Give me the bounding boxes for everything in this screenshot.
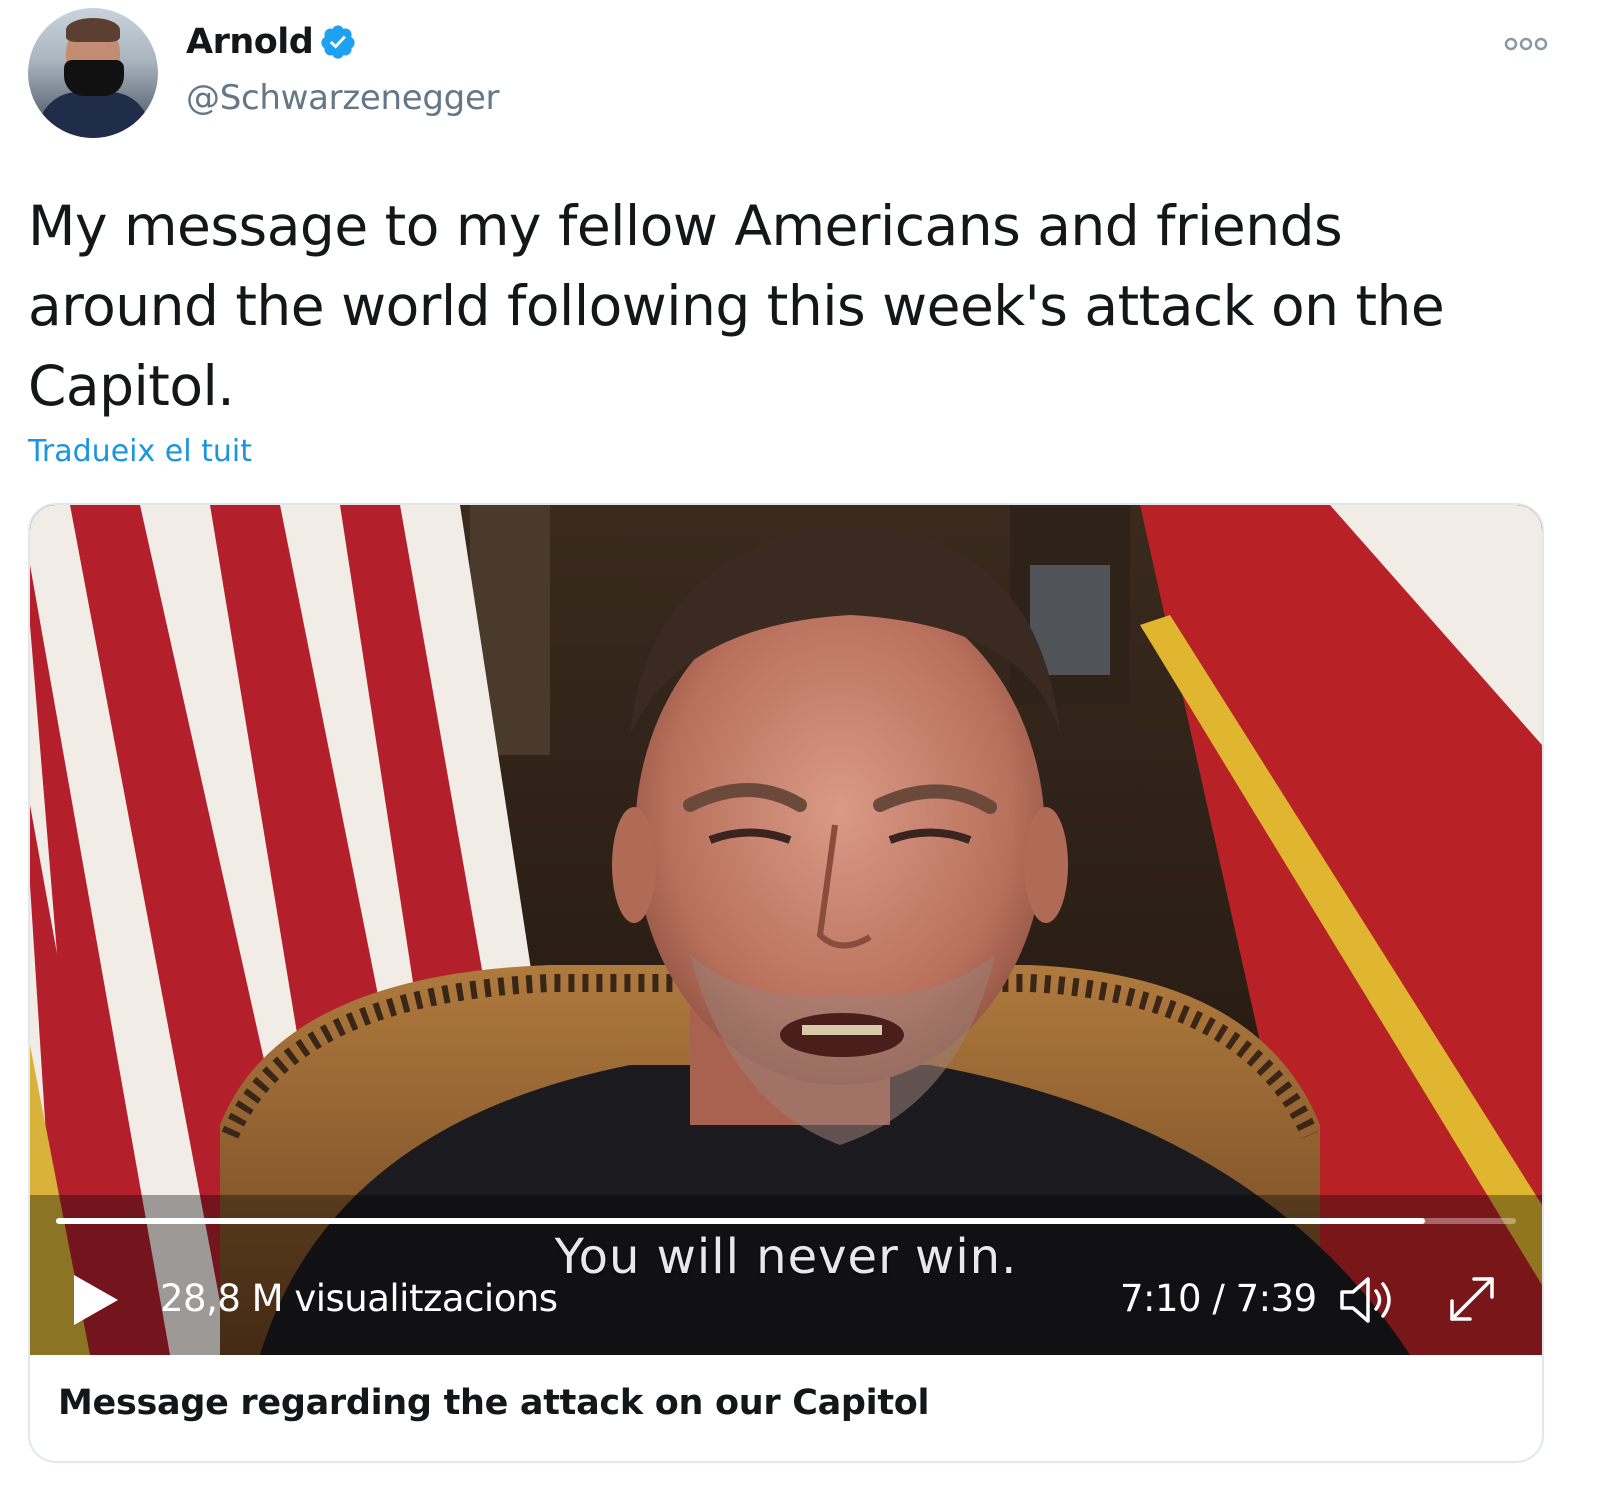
avatar-mask-shape [64, 60, 124, 96]
volume-icon[interactable] [1338, 1275, 1400, 1325]
video-time: 7:10 / 7:39 [1120, 1277, 1317, 1320]
video-frame [30, 505, 1542, 1355]
fullscreen-icon[interactable] [1444, 1271, 1500, 1327]
author-handle[interactable]: @Schwarzenegger [186, 78, 500, 118]
video-view-count: 28,8 M visualitzacions [160, 1277, 558, 1320]
play-icon[interactable] [72, 1273, 120, 1327]
author-name[interactable]: Arnold [186, 22, 314, 62]
author-name-row: Arnold [186, 22, 357, 62]
video-player[interactable]: You will never win. 28,8 M visualitzacio… [30, 505, 1542, 1355]
tweet-text: My message to my fellow Americans and fr… [28, 194, 1445, 418]
avatar[interactable] [28, 8, 158, 138]
video-progress-bar[interactable] [56, 1218, 1516, 1224]
translate-tweet-link[interactable]: Tradueix el tuit [28, 434, 252, 469]
verified-badge-icon [319, 23, 357, 61]
video-card-title[interactable]: Message regarding the attack on our Capi… [58, 1383, 930, 1423]
avatar-hair-shape [66, 18, 120, 42]
avatar-body-shape [38, 92, 150, 138]
more-options-icon[interactable] [1504, 34, 1548, 54]
video-progress-fill [56, 1218, 1426, 1224]
video-card[interactable]: You will never win. 28,8 M visualitzacio… [28, 503, 1544, 1463]
